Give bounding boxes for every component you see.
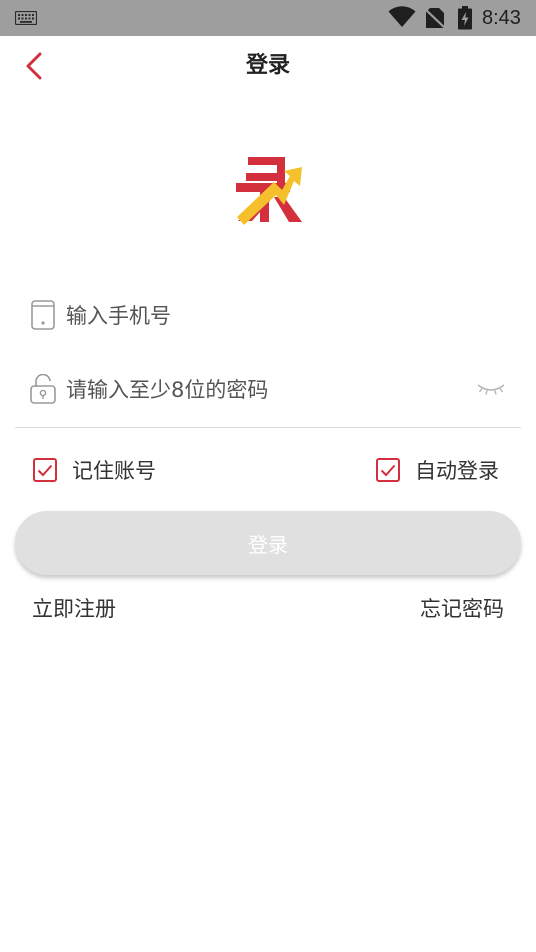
checkmark-icon	[37, 464, 53, 476]
lock-icon	[30, 374, 56, 404]
forgot-password-link[interactable]: 忘记密码	[420, 592, 504, 626]
register-link[interactable]: 立即注册	[32, 592, 116, 626]
battery-charging-icon	[458, 6, 472, 30]
status-bar: 8:43	[0, 0, 536, 36]
keyboard-icon	[15, 11, 37, 25]
app-logo-icon	[236, 157, 302, 225]
password-input[interactable]	[66, 371, 466, 409]
phone-input[interactable]	[66, 297, 496, 335]
remember-account-checkbox[interactable]: 记住账号	[33, 452, 156, 488]
checkbox-box[interactable]	[33, 458, 57, 482]
page-title: 登录	[245, 53, 290, 78]
login-screen: 8:43 登录 输入手机号 记住账号 自动登录 登录 立即注册 忘记密码	[0, 0, 536, 952]
checkbox-box[interactable]	[376, 458, 400, 482]
chevron-left-icon[interactable]	[22, 52, 48, 80]
status-time: 8:43	[482, 7, 521, 29]
header-bar: 登录	[0, 36, 536, 96]
checkmark-icon	[380, 464, 396, 476]
login-button[interactable]: 登录	[15, 511, 521, 575]
auto-login-label: 自动登录	[415, 459, 499, 483]
wifi-icon	[388, 6, 416, 27]
auto-login-checkbox[interactable]: 自动登录	[376, 452, 499, 488]
form-divider	[15, 427, 521, 428]
phone-icon	[31, 300, 55, 330]
no-sim-icon	[425, 8, 445, 29]
remember-account-label: 记住账号	[72, 459, 156, 483]
eye-closed-icon[interactable]	[476, 381, 506, 397]
